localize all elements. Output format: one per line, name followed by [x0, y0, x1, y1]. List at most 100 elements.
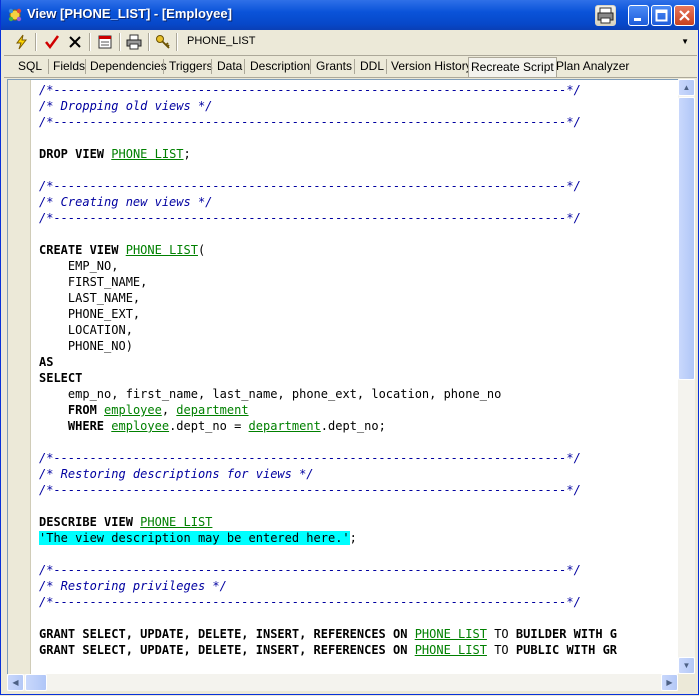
compile-icon — [16, 34, 28, 50]
print-button[interactable] — [124, 32, 144, 52]
toolbar-separator — [119, 33, 121, 51]
code-line: FROM employee, department — [67, 403, 249, 417]
view-identifier[interactable]: PHONE LIST — [126, 243, 198, 257]
close-button[interactable] — [674, 5, 695, 26]
title-bar[interactable]: View [PHONE_LIST] - [Employee] — [1, 0, 699, 30]
chevron-up-icon: ▲ — [682, 83, 691, 92]
horizontal-scroll-thumb[interactable] — [25, 674, 47, 691]
tab-divider — [244, 59, 245, 74]
code-line: CREATE VIEW PHONE LIST( — [39, 243, 206, 257]
description-string[interactable]: 'The view description may be entered her… — [39, 531, 350, 545]
keys-button[interactable] — [153, 32, 173, 52]
view-editor-window: View [PHONE_LIST] - [Employee] PHONE_LIS… — [0, 0, 699, 695]
tab-fields[interactable]: Fields — [53, 59, 85, 73]
rollback-icon — [69, 36, 81, 48]
calendar-icon — [98, 35, 112, 49]
view-identifier[interactable]: PHONE LIST — [111, 147, 183, 161]
printer-icon — [597, 7, 614, 24]
code-line: PHONE_NO) — [39, 338, 617, 354]
code-line: 'The view description may be entered her… — [39, 531, 357, 545]
tab-ddl[interactable]: DDL — [360, 59, 384, 73]
size-grip[interactable] — [678, 674, 695, 691]
code-line: EMP_NO, — [39, 258, 617, 274]
tab-dependencies[interactable]: Dependencies — [90, 59, 167, 73]
commit-button[interactable] — [42, 32, 62, 52]
print-window-button[interactable] — [595, 5, 616, 26]
object-name-value: PHONE_LIST — [187, 35, 256, 47]
view-identifier[interactable]: PHONE LIST — [415, 627, 487, 641]
script-editor[interactable]: /*--------------------------------------… — [7, 79, 680, 676]
chevron-down-icon: ▼ — [682, 661, 691, 670]
horizontal-scrollbar[interactable]: ◀ ▶ — [7, 674, 678, 691]
rollback-button[interactable] — [65, 32, 85, 52]
tab-triggers[interactable]: Triggers — [169, 59, 213, 73]
editor-gutter — [8, 80, 31, 675]
code-line: /*--------------------------------------… — [39, 83, 581, 97]
object-name-combo[interactable]: PHONE_LIST ▼ — [181, 32, 695, 51]
scroll-left-button[interactable]: ◀ — [7, 674, 24, 691]
minimize-button[interactable] — [628, 5, 649, 26]
tab-grants[interactable]: Grants — [316, 59, 352, 73]
keyword: ON — [393, 627, 408, 641]
calendar-button[interactable] — [95, 32, 115, 52]
commit-icon — [45, 35, 60, 50]
code-line: LAST_NAME, — [39, 290, 617, 306]
keyword: DROP VIEW — [39, 147, 105, 161]
keyword: FROM — [67, 403, 97, 417]
code-line: AS — [39, 355, 54, 369]
keyword: TO — [494, 627, 509, 641]
scroll-up-button[interactable]: ▲ — [678, 79, 695, 96]
tab-recreate-script[interactable]: Recreate Script — [468, 57, 557, 77]
grant-statement: GRANT SELECT, UPDATE, DELETE, INSERT, RE… — [39, 643, 386, 657]
table-identifier[interactable]: employee — [104, 403, 162, 417]
tab-divider — [310, 59, 311, 74]
chevron-left-icon: ◀ — [12, 678, 19, 687]
maximize-button[interactable] — [651, 5, 672, 26]
view-identifier[interactable]: PHONE LIST — [140, 515, 212, 529]
tab-data[interactable]: Data — [217, 59, 242, 73]
vertical-scrollbar[interactable]: ▲ ▼ — [678, 79, 695, 674]
keyword: ON — [393, 643, 408, 657]
tab-sql[interactable]: SQL — [18, 59, 42, 73]
table-identifier[interactable]: department — [249, 419, 321, 433]
code-line: /* Restoring privileges */ — [39, 579, 227, 593]
grant-target: PUBLIC WITH GR — [515, 643, 618, 657]
field-name: EMP_NO, — [67, 259, 119, 273]
keyword: CREATE VIEW — [39, 243, 119, 257]
toolbar-separator — [148, 33, 150, 51]
code-line: DESCRIBE VIEW PHONE LIST — [39, 514, 617, 530]
compile-button[interactable] — [12, 32, 32, 52]
scroll-right-button[interactable]: ▶ — [661, 674, 678, 691]
code-line: DROP VIEW PHONE LIST; — [39, 147, 191, 161]
print-icon — [126, 34, 142, 50]
close-icon — [679, 10, 690, 21]
code-line: FIRST_NAME, — [39, 274, 617, 290]
select-list: emp_no, first_name, last_name, phone_ext… — [67, 387, 502, 401]
tab-divider — [211, 59, 212, 74]
code-line: PHONE_EXT, — [39, 306, 617, 322]
tab-description[interactable]: Description — [250, 59, 310, 73]
table-identifier[interactable]: department — [176, 403, 248, 417]
tab-plan-analyzer[interactable]: Plan Analyzer — [556, 59, 629, 73]
view-icon — [8, 8, 22, 22]
toolbar-separator — [89, 33, 91, 51]
column-ref: .dept_no — [169, 419, 227, 433]
code-line: /*--------------------------------------… — [39, 211, 581, 225]
view-identifier[interactable]: PHONE LIST — [415, 643, 487, 657]
code-line: emp_no, first_name, last_name, phone_ext… — [39, 386, 617, 402]
scroll-down-button[interactable]: ▼ — [678, 657, 695, 674]
field-name: LOCATION, — [67, 323, 133, 337]
code-line: GRANT SELECT, UPDATE, DELETE, INSERT, RE… — [39, 626, 617, 642]
tab-divider — [163, 59, 164, 74]
chevron-down-icon[interactable]: ▼ — [681, 37, 689, 46]
code-line: /*--------------------------------------… — [39, 483, 581, 497]
tab-version-history[interactable]: Version History — [391, 59, 472, 73]
table-identifier[interactable]: employee — [111, 419, 169, 433]
vertical-scroll-thumb[interactable] — [678, 97, 695, 380]
code-line: /*--------------------------------------… — [39, 595, 581, 609]
window-title: View [PHONE_LIST] - [Employee] — [27, 6, 232, 21]
